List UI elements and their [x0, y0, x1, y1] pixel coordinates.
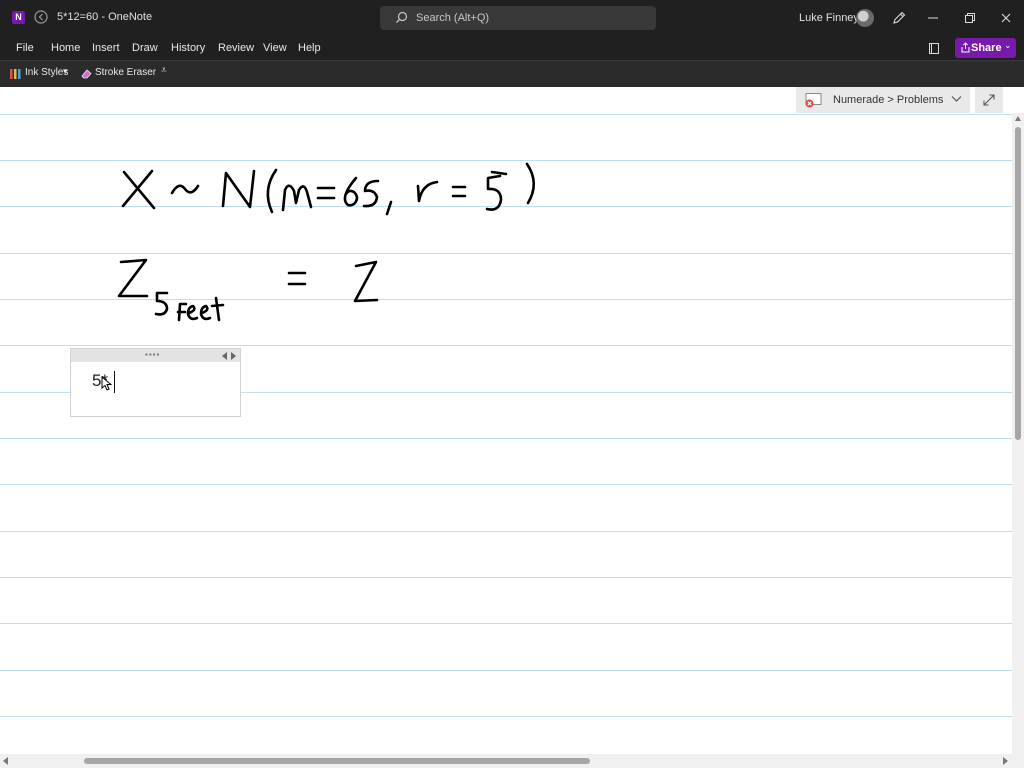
horizontal-scroll-thumb[interactable]	[84, 758, 590, 764]
ink-line-2	[117, 258, 379, 322]
scroll-up-icon[interactable]	[1015, 116, 1021, 121]
section-icon	[805, 93, 822, 108]
scroll-left-icon[interactable]	[3, 757, 8, 765]
ink-line-1	[121, 162, 536, 216]
scroll-right-icon[interactable]	[1003, 757, 1008, 765]
horizontal-scrollbar[interactable]	[0, 754, 1024, 768]
vertical-scroll-thumb[interactable]	[1015, 127, 1021, 440]
breadcrumb[interactable]: Numerade > Problems	[796, 87, 970, 113]
drag-handle-icon[interactable]: ▪▪▪▪	[145, 350, 160, 360]
cursor-icon	[101, 376, 113, 391]
vertical-scrollbar[interactable]	[1012, 113, 1024, 754]
fullpage-icon	[983, 94, 995, 106]
chevron-down-icon[interactable]	[951, 95, 962, 103]
note-container[interactable]: ▪▪▪▪ 5*	[70, 348, 241, 417]
arrow-right-icon[interactable]	[231, 352, 236, 360]
breadcrumb-label: Numerade > Problems	[833, 94, 944, 106]
fullpage-button[interactable]	[975, 87, 1003, 113]
arrow-left-icon[interactable]	[222, 352, 227, 360]
text-caret	[114, 371, 115, 393]
container-handle[interactable]: ▪▪▪▪	[71, 349, 240, 362]
